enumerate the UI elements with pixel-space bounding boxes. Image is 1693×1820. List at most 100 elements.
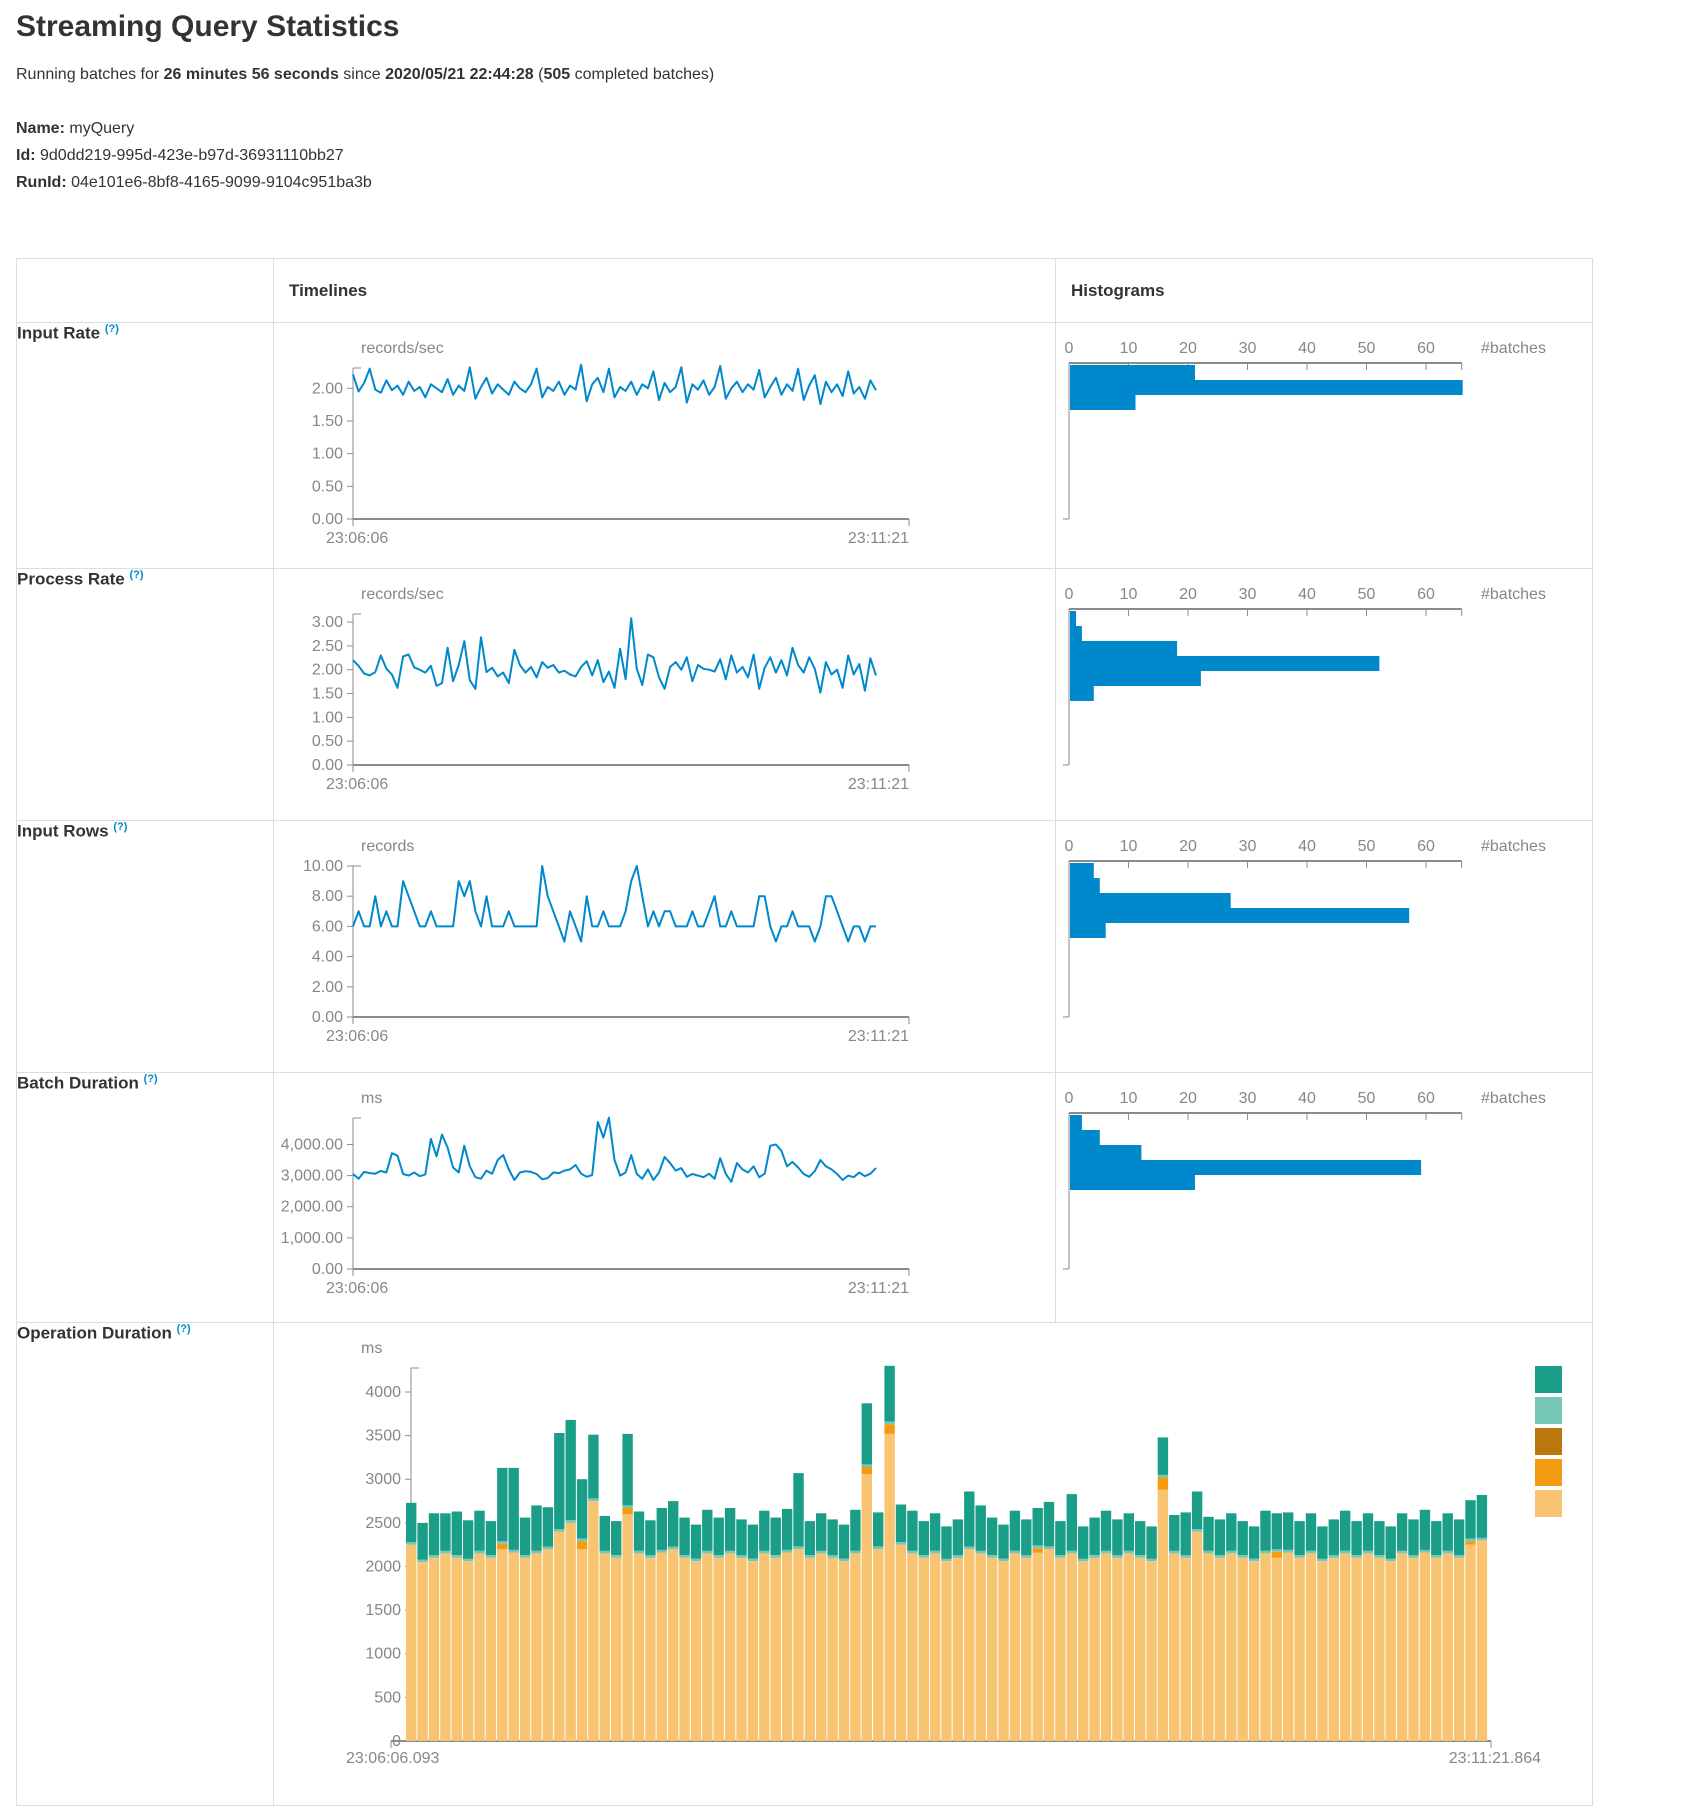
svg-text:4,000.00: 4,000.00 (281, 1136, 343, 1153)
svg-text:1.50: 1.50 (312, 686, 343, 703)
svg-text:2.00: 2.00 (312, 380, 343, 397)
input-rows-histogram-chart: 0102030405060#batches (1056, 821, 1591, 1071)
query-runid-label: RunId: (16, 174, 67, 191)
svg-text:records: records (361, 838, 414, 855)
process-rate-help-icon[interactable]: (?) (129, 569, 143, 581)
svg-text:50: 50 (1358, 340, 1376, 357)
svg-text:40: 40 (1298, 586, 1316, 603)
operation-duration-label: Operation Duration (17, 1324, 172, 1343)
query-id-row: Id: 9d0dd219-995d-423e-b97d-36931110bb27 (16, 147, 344, 165)
svg-text:1.00: 1.00 (312, 709, 343, 726)
svg-text:10: 10 (1120, 586, 1138, 603)
svg-text:3,000.00: 3,000.00 (281, 1168, 343, 1185)
query-runid-row: RunId: 04e101e6-8bf8-4165-9099-9104c951b… (16, 174, 372, 192)
page-title: Streaming Query Statistics (16, 10, 399, 44)
svg-text:ms: ms (361, 1090, 382, 1107)
svg-text:ms: ms (361, 1340, 382, 1357)
running-batches-summary: Running batches for 26 minutes 56 second… (16, 66, 714, 84)
svg-text:23:11:21: 23:11:21 (848, 776, 909, 793)
completed-batches-count: 505 (543, 66, 570, 83)
svg-text:23:06:06: 23:06:06 (326, 776, 388, 793)
svg-text:0: 0 (1065, 838, 1074, 855)
svg-text:40: 40 (1298, 340, 1316, 357)
table-header-row: Timelines Histograms (17, 259, 1593, 323)
svg-text:30: 30 (1239, 838, 1257, 855)
svg-text:50: 50 (1358, 1090, 1376, 1107)
svg-text:23:06:06: 23:06:06 (326, 530, 388, 547)
operation-duration-row: Operation Duration (?) ms400035003000250… (17, 1323, 1593, 1806)
operation-duration-label-cell: Operation Duration (?) (17, 1323, 274, 1806)
input-rows-label-cell: Input Rows (?) (17, 821, 274, 1073)
svg-text:23:11:21: 23:11:21 (848, 1028, 909, 1045)
process-rate-label-cell: Process Rate (?) (17, 569, 274, 821)
svg-text:1000: 1000 (365, 1646, 401, 1663)
input-rows-label: Input Rows (17, 822, 109, 841)
input-rate-label: Input Rate (17, 324, 100, 343)
svg-text:3000: 3000 (365, 1471, 401, 1488)
query-id-value: 9d0dd219-995d-423e-b97d-36931110bb27 (40, 147, 344, 164)
svg-text:2,000.00: 2,000.00 (281, 1199, 343, 1216)
svg-text:8.00: 8.00 (312, 888, 343, 905)
input-rows-help-icon[interactable]: (?) (113, 821, 127, 833)
batch-duration-help-icon[interactable]: (?) (144, 1073, 158, 1085)
batch-duration-histogram-chart: 0102030405060#batches (1056, 1073, 1591, 1321)
svg-text:40: 40 (1298, 1090, 1316, 1107)
query-name-value: myQuery (69, 120, 134, 137)
process-rate-histogram-chart: 0 10 20 30 40 50 60 #batches (1056, 569, 1591, 819)
svg-text:60: 60 (1417, 1090, 1435, 1107)
timelines-column-header: Timelines (274, 259, 1056, 323)
svg-text:#batches: #batches (1481, 340, 1546, 357)
streaming-query-statistics-page: Streaming Query Statistics Running batch… (0, 0, 1693, 1820)
svg-text:20: 20 (1179, 1090, 1197, 1107)
input-rows-row: Input Rows (?) records10.008.006.004.002… (17, 821, 1593, 1073)
svg-text:#batches: #batches (1481, 1090, 1546, 1107)
svg-text:23:06:06: 23:06:06 (326, 1028, 388, 1045)
svg-text:2.50: 2.50 (312, 638, 343, 655)
svg-text:10.00: 10.00 (303, 858, 343, 875)
svg-text:1,000.00: 1,000.00 (281, 1230, 343, 1247)
svg-text:23:11:21: 23:11:21 (848, 530, 909, 547)
batch-duration-label-cell: Batch Duration (?) (17, 1073, 274, 1323)
svg-text:records/sec: records/sec (361, 586, 444, 603)
svg-text:4000: 4000 (365, 1384, 401, 1401)
svg-text:30: 30 (1239, 586, 1257, 603)
svg-text:23:06:06.093: 23:06:06.093 (346, 1750, 440, 1767)
input-rate-timeline-chart: records/sec2.001.501.000.500.0023:06:062… (274, 323, 1054, 567)
svg-text:1.50: 1.50 (312, 413, 343, 430)
svg-text:500: 500 (374, 1689, 401, 1706)
svg-text:50: 50 (1358, 586, 1376, 603)
query-id-label: Id: (16, 147, 36, 164)
svg-text:2500: 2500 (365, 1515, 401, 1532)
process-rate-label: Process Rate (17, 570, 125, 589)
svg-text:4.00: 4.00 (312, 949, 343, 966)
svg-text:1500: 1500 (365, 1602, 401, 1619)
operation-duration-help-icon[interactable]: (?) (177, 1323, 191, 1335)
input-rate-help-icon[interactable]: (?) (105, 323, 119, 335)
svg-text:0: 0 (1065, 340, 1074, 357)
query-name-row: Name: myQuery (16, 120, 134, 138)
svg-text:10: 10 (1120, 340, 1138, 357)
svg-text:0: 0 (1065, 586, 1074, 603)
svg-text:3.00: 3.00 (312, 614, 343, 631)
svg-text:0.50: 0.50 (312, 478, 343, 495)
svg-text:60: 60 (1417, 586, 1435, 603)
batch-duration-label: Batch Duration (17, 1074, 139, 1093)
batch-duration-row: Batch Duration (?) ms 4,000.00 3,000.00 2,0… (17, 1073, 1593, 1323)
svg-text:30: 30 (1239, 1090, 1257, 1107)
start-timestamp: 2020/05/21 22:44:28 (385, 66, 534, 83)
process-rate-timeline-chart: records/sec3.002.502.001.501.000.500.002… (274, 569, 1054, 819)
svg-text:50: 50 (1358, 838, 1376, 855)
svg-text:1.00: 1.00 (312, 446, 343, 463)
svg-text:40: 40 (1298, 838, 1316, 855)
input-rate-label-cell: Input Rate (?) (17, 323, 274, 569)
svg-text:20: 20 (1179, 586, 1197, 603)
summary-text: Running batches for (16, 66, 164, 83)
svg-text:records/sec: records/sec (361, 340, 444, 357)
svg-text:0: 0 (1065, 1090, 1074, 1107)
svg-text:2.00: 2.00 (312, 662, 343, 679)
svg-text:#batches: #batches (1481, 838, 1546, 855)
svg-text:30: 30 (1239, 340, 1257, 357)
svg-text:23:11:21.864: 23:11:21.864 (1449, 1750, 1541, 1767)
svg-text:#batches: #batches (1481, 586, 1546, 603)
batch-duration-timeline-chart: ms4,000.003,000.002,000.001,000.000.0023… (274, 1073, 1054, 1321)
